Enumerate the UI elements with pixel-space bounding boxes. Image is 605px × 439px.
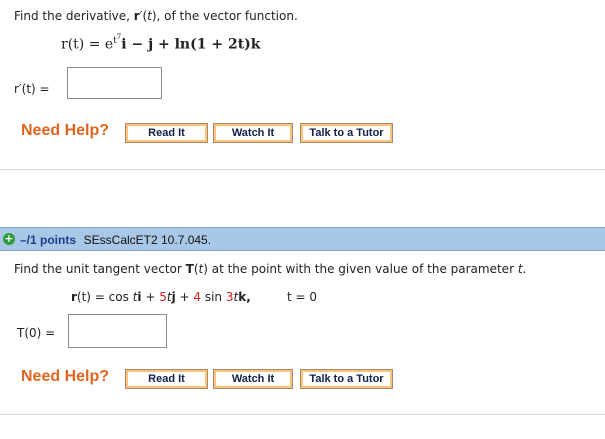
q1-answer-input[interactable] [67, 67, 162, 99]
q2-eq-plus1: + [141, 290, 160, 304]
q1-formula-rest: i − j + ln(1 + 2t)k [121, 36, 261, 53]
points-label: –/1 points [20, 233, 77, 247]
q2-prompt-T: T [185, 262, 194, 276]
q2-eq-sin: sin [201, 290, 226, 304]
watch-it-button-2[interactable]: Watch It [213, 369, 293, 389]
q1-prompt-mid: ′( [139, 9, 148, 23]
talk-to-tutor-button-2[interactable]: Talk to a Tutor [300, 369, 393, 389]
need-help-label-2: Need Help? [21, 368, 110, 385]
q1-formula: r(t) = et7i − j + ln(1 + 2t)k [61, 33, 260, 53]
q2-eq-five: 5 [159, 290, 167, 304]
watch-it-label: Watch It [216, 126, 290, 140]
q2-eq-k: k [238, 290, 247, 304]
q2-prompt-end: . [522, 262, 527, 276]
question-id: SEssCalcET2 10.7.045. [83, 233, 212, 247]
q1-formula-lhs: r(t) = e [61, 36, 114, 53]
q2-parameter: t = 0 [287, 290, 318, 304]
question-header: + –/1 points SEssCalcET2 10.7.045. [0, 227, 605, 251]
q2-prompt: Find the unit tangent vector T(t) at the… [14, 262, 526, 276]
watch-it-button[interactable]: Watch It [213, 123, 293, 143]
need-help-label: Need Help? [21, 122, 110, 139]
q2-eq-cos: (t) = cos [76, 290, 133, 304]
q1-prompt-post: ), of the vector function. [151, 9, 298, 23]
read-it-button[interactable]: Read It [125, 123, 208, 143]
q2-answer-label: T(0) = [17, 326, 56, 340]
talk-to-tutor-label: Talk to a Tutor [303, 126, 390, 140]
q2-eq-comma: , [246, 290, 251, 304]
q2-eq-three: 3 [225, 290, 234, 304]
q2-prompt-post: ) at the point with the given value of t… [203, 262, 518, 276]
q1-prompt: Find the derivative, r′(t), of the vecto… [14, 9, 298, 23]
watch-it-label-2: Watch It [216, 372, 290, 386]
question-meta: –/1 points SEssCalcET2 10.7.045. [20, 233, 211, 247]
q1-prompt-text: Find the derivative, [14, 9, 134, 23]
section-divider [0, 169, 605, 170]
q2-prompt-text: Find the unit tangent vector [14, 262, 186, 276]
read-it-label: Read It [128, 126, 205, 140]
read-it-button-2[interactable]: Read It [125, 369, 208, 389]
q2-answer-input[interactable] [68, 314, 167, 348]
talk-to-tutor-button[interactable]: Talk to a Tutor [300, 123, 393, 143]
q2-eq-plus2: + [175, 290, 194, 304]
q1-answer-label: r′(t) = [14, 82, 50, 96]
talk-to-tutor-label-2: Talk to a Tutor [303, 372, 390, 386]
expand-plus-icon[interactable]: + [3, 233, 15, 245]
q2-equation: r(t) = cos ti + 5tj + 4 sin 3tk, [71, 290, 251, 304]
section-divider-bottom [0, 414, 605, 415]
q2-eq-four: 4 [193, 290, 202, 304]
read-it-label-2: Read It [128, 372, 205, 386]
